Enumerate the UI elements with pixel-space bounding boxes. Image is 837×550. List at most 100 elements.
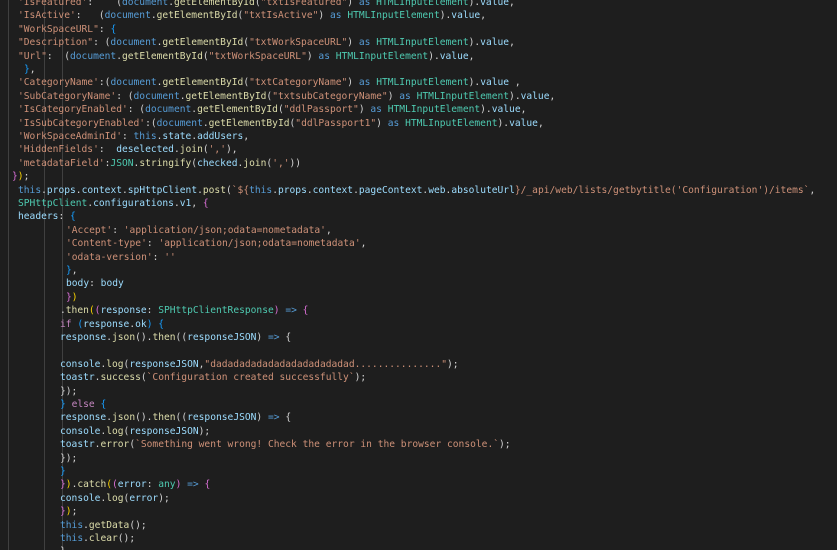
code-line[interactable]: this.getData();: [60, 519, 147, 532]
code-line[interactable]: 'Accept': 'application/json;odata=nometa…: [66, 224, 332, 237]
code-line[interactable]: toastr.success(`Configuration created su…: [60, 371, 366, 384]
code-token: as: [399, 90, 411, 102]
code-token: ,: [509, 0, 515, 8]
code-line[interactable]: 'IsActive': (document.getElementById("tx…: [18, 9, 486, 22]
code-line[interactable]: 'WorkSpaceAdminId': this.state.addUsers,: [18, 130, 249, 143]
code-token: this: [133, 131, 157, 142]
code-token: );: [198, 425, 211, 437]
code-token: 'IsSubCategoryEnabled': [18, 117, 146, 129]
code-token: "ddlPassport1": [295, 117, 377, 129]
code-token: '': [164, 251, 176, 263]
code-token: ,: [809, 184, 816, 196]
code-token: clear: [88, 533, 118, 544]
code-token: log: [106, 425, 124, 437]
code-line[interactable]: 'metadataField':JSON.stringify(checked.j…: [18, 157, 301, 170]
code-token: responseJSON: [129, 425, 199, 437]
code-token: );: [499, 439, 511, 451]
code-line[interactable]: this.props.context.spHttpClient.post(`${…: [18, 184, 815, 197]
code-token: toastr: [60, 439, 95, 451]
code-token: });: [60, 452, 78, 464]
code-line[interactable]: }): [66, 291, 78, 304]
code-line[interactable]: 'SubCategoryName': (document.getElementB…: [18, 90, 555, 103]
code-token: ().: [135, 332, 153, 343]
code-token: : (: [46, 50, 70, 62]
code-token: error: [129, 492, 159, 504]
code-token: as: [358, 77, 371, 89]
code-token: );: [354, 372, 367, 384]
code-token: json: [112, 412, 136, 424]
code-token: }: [60, 546, 66, 550]
code-token: value: [480, 77, 510, 89]
code-token: ,: [360, 238, 367, 250]
code-token: {: [100, 399, 107, 410]
code-line[interactable]: });: [60, 452, 77, 465]
code-token: :(: [145, 117, 157, 129]
code-token: 'IsActive': [18, 10, 76, 22]
code-line[interactable]: });: [60, 505, 77, 518]
code-line[interactable]: }: [60, 465, 66, 478]
code-token: console: [60, 492, 101, 504]
code-line[interactable]: "WorkSpaceURL": {: [18, 23, 116, 36]
code-line[interactable]: .then((response: SPHttpClientResponse) =…: [60, 304, 308, 317]
code-line[interactable]: 'IsSubCategoryEnabled':(document.getElem…: [18, 117, 544, 130]
code-token: :: [146, 238, 159, 250]
code-token: absoluteUrl: [451, 184, 515, 196]
code-line[interactable]: if (response.ok) {: [60, 318, 164, 331]
code-line[interactable]: console.log(error);: [60, 492, 170, 505]
code-token: {: [302, 305, 309, 317]
code-token: JSON: [110, 157, 134, 169]
code-token: 'Content-type': [66, 238, 147, 250]
code-line[interactable]: });: [12, 170, 29, 183]
code-token: 'SubCategoryName': [18, 90, 117, 102]
code-line[interactable]: 'Content-type': 'application/json;odata=…: [66, 237, 366, 250]
code-editor[interactable]: 'IsFeatured': (document.getElementById("…: [0, 0, 837, 550]
code-line[interactable]: },: [24, 63, 36, 76]
code-line[interactable]: }: [60, 545, 66, 550]
code-token: join: [179, 144, 203, 156]
code-token: context: [312, 184, 354, 196]
code-token: :(: [98, 77, 111, 89]
code-token: "txtWorkSpaceURL": [249, 37, 348, 49]
code-line[interactable]: response.json().then((responseJSON) => {: [60, 331, 291, 344]
code-line[interactable]: this.clear();: [60, 532, 135, 545]
code-token: {: [158, 318, 165, 330]
code-token: getElementById: [156, 10, 238, 22]
code-token: state: [162, 131, 192, 142]
code-line[interactable]: response.json().then((responseJSON) => {: [60, 411, 291, 424]
code-token: join: [243, 157, 267, 169]
code-token: {: [202, 198, 209, 209]
code-line[interactable]: console.log(responseJSON);: [60, 425, 210, 438]
code-line[interactable]: });: [60, 385, 77, 398]
code-token: :: [98, 23, 111, 35]
code-token: ,: [509, 37, 515, 49]
code-line[interactable]: "Description": (document.getElementById(…: [18, 36, 515, 49]
code-line[interactable]: toastr.error(`Something went wrong! Chec…: [60, 438, 511, 451]
code-token: this: [249, 184, 273, 196]
code-line[interactable]: }).catch((error: any) => {: [60, 478, 210, 491]
code-line[interactable]: 'CategoryName':(document.getElementById(…: [18, 76, 521, 89]
code-token: spHttpClient: [127, 184, 198, 196]
code-token: this: [60, 519, 84, 531]
code-token: "txtCategoryName": [249, 77, 348, 89]
code-line[interactable]: console.log(responseJSON,"dadadadadadada…: [60, 358, 459, 371]
code-line[interactable]: SPHttpClient.configurations.v1, {: [18, 197, 209, 210]
code-token: "txtWorkSpaceURL": [208, 50, 307, 62]
code-token: {: [285, 412, 292, 424]
code-line[interactable]: 'HiddenFields': deselected.join(','),: [18, 143, 238, 156]
code-line[interactable]: headers: {: [18, 210, 76, 223]
code-token: ,: [509, 77, 521, 89]
code-token: response: [60, 332, 107, 343]
code-line[interactable]: body: body: [66, 277, 124, 290]
code-token: value: [451, 10, 481, 22]
code-line[interactable]: 'odata-version': '': [66, 251, 176, 264]
code-line[interactable]: "Url": (document.getElementById("txtWork…: [18, 50, 474, 63]
code-line[interactable]: },: [66, 264, 78, 277]
code-token: ,: [480, 10, 486, 22]
code-token: getElementById: [162, 77, 244, 89]
code-line[interactable]: 'IsCategoryEnabled': (document.getElemen…: [18, 103, 526, 116]
code-token: log: [106, 358, 124, 370]
code-token: :: [89, 278, 101, 290]
code-token: ).: [428, 50, 440, 62]
code-line[interactable]: 'IsFeatured': (document.getElementById("…: [18, 0, 515, 9]
code-line[interactable]: } else {: [60, 398, 106, 411]
